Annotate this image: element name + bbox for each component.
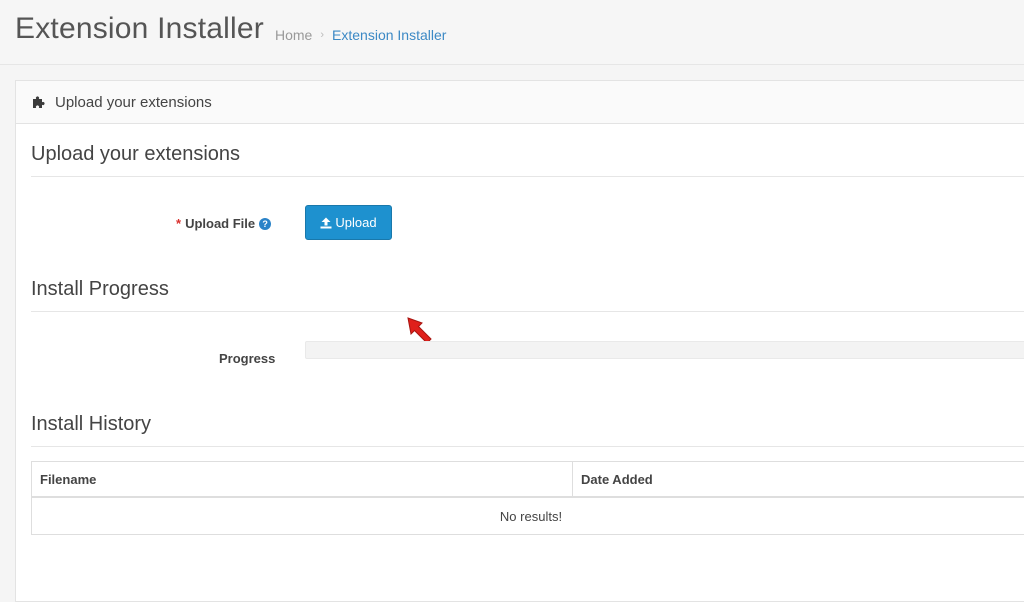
upload-icon bbox=[320, 217, 332, 229]
question-circle-icon[interactable]: ? bbox=[259, 218, 271, 230]
table-header-row: Filename Date Added bbox=[32, 462, 1024, 498]
install-progress-bar bbox=[305, 341, 1024, 359]
upload-button-label: Upload bbox=[335, 215, 376, 230]
install-history-table: Filename Date Added No results! bbox=[31, 461, 1024, 535]
upload-file-label: * Upload File? bbox=[176, 216, 271, 231]
progress-label: Progress bbox=[219, 351, 275, 366]
page-header: Extension Installer Home › Extension Ins… bbox=[0, 0, 1024, 65]
breadcrumb-extension-installer-link[interactable]: Extension Installer bbox=[332, 27, 446, 43]
breadcrumb-separator: › bbox=[320, 29, 324, 41]
puzzle-icon bbox=[31, 94, 47, 110]
empty-results-text: No results! bbox=[32, 497, 1024, 535]
breadcrumb: Home › Extension Installer bbox=[275, 27, 446, 43]
progress-section-title: Install Progress bbox=[31, 278, 1024, 312]
upload-button[interactable]: Upload bbox=[305, 205, 392, 240]
upload-file-label-text: Upload File bbox=[185, 216, 255, 231]
column-header-date-added: Date Added bbox=[573, 462, 1024, 498]
panel-heading-text: Upload your extensions bbox=[55, 94, 212, 111]
table-row: No results! bbox=[32, 497, 1024, 535]
upload-section-title: Upload your extensions bbox=[31, 143, 1024, 177]
panel-heading: Upload your extensions bbox=[16, 81, 1024, 124]
required-marker: * bbox=[176, 216, 181, 231]
page-title: Extension Installer bbox=[15, 12, 264, 46]
history-section-title: Install History bbox=[31, 413, 1024, 447]
breadcrumb-home-link[interactable]: Home bbox=[275, 27, 312, 43]
extension-installer-panel: Upload your extensions Upload your exten… bbox=[15, 80, 1024, 602]
column-header-filename: Filename bbox=[32, 462, 573, 498]
